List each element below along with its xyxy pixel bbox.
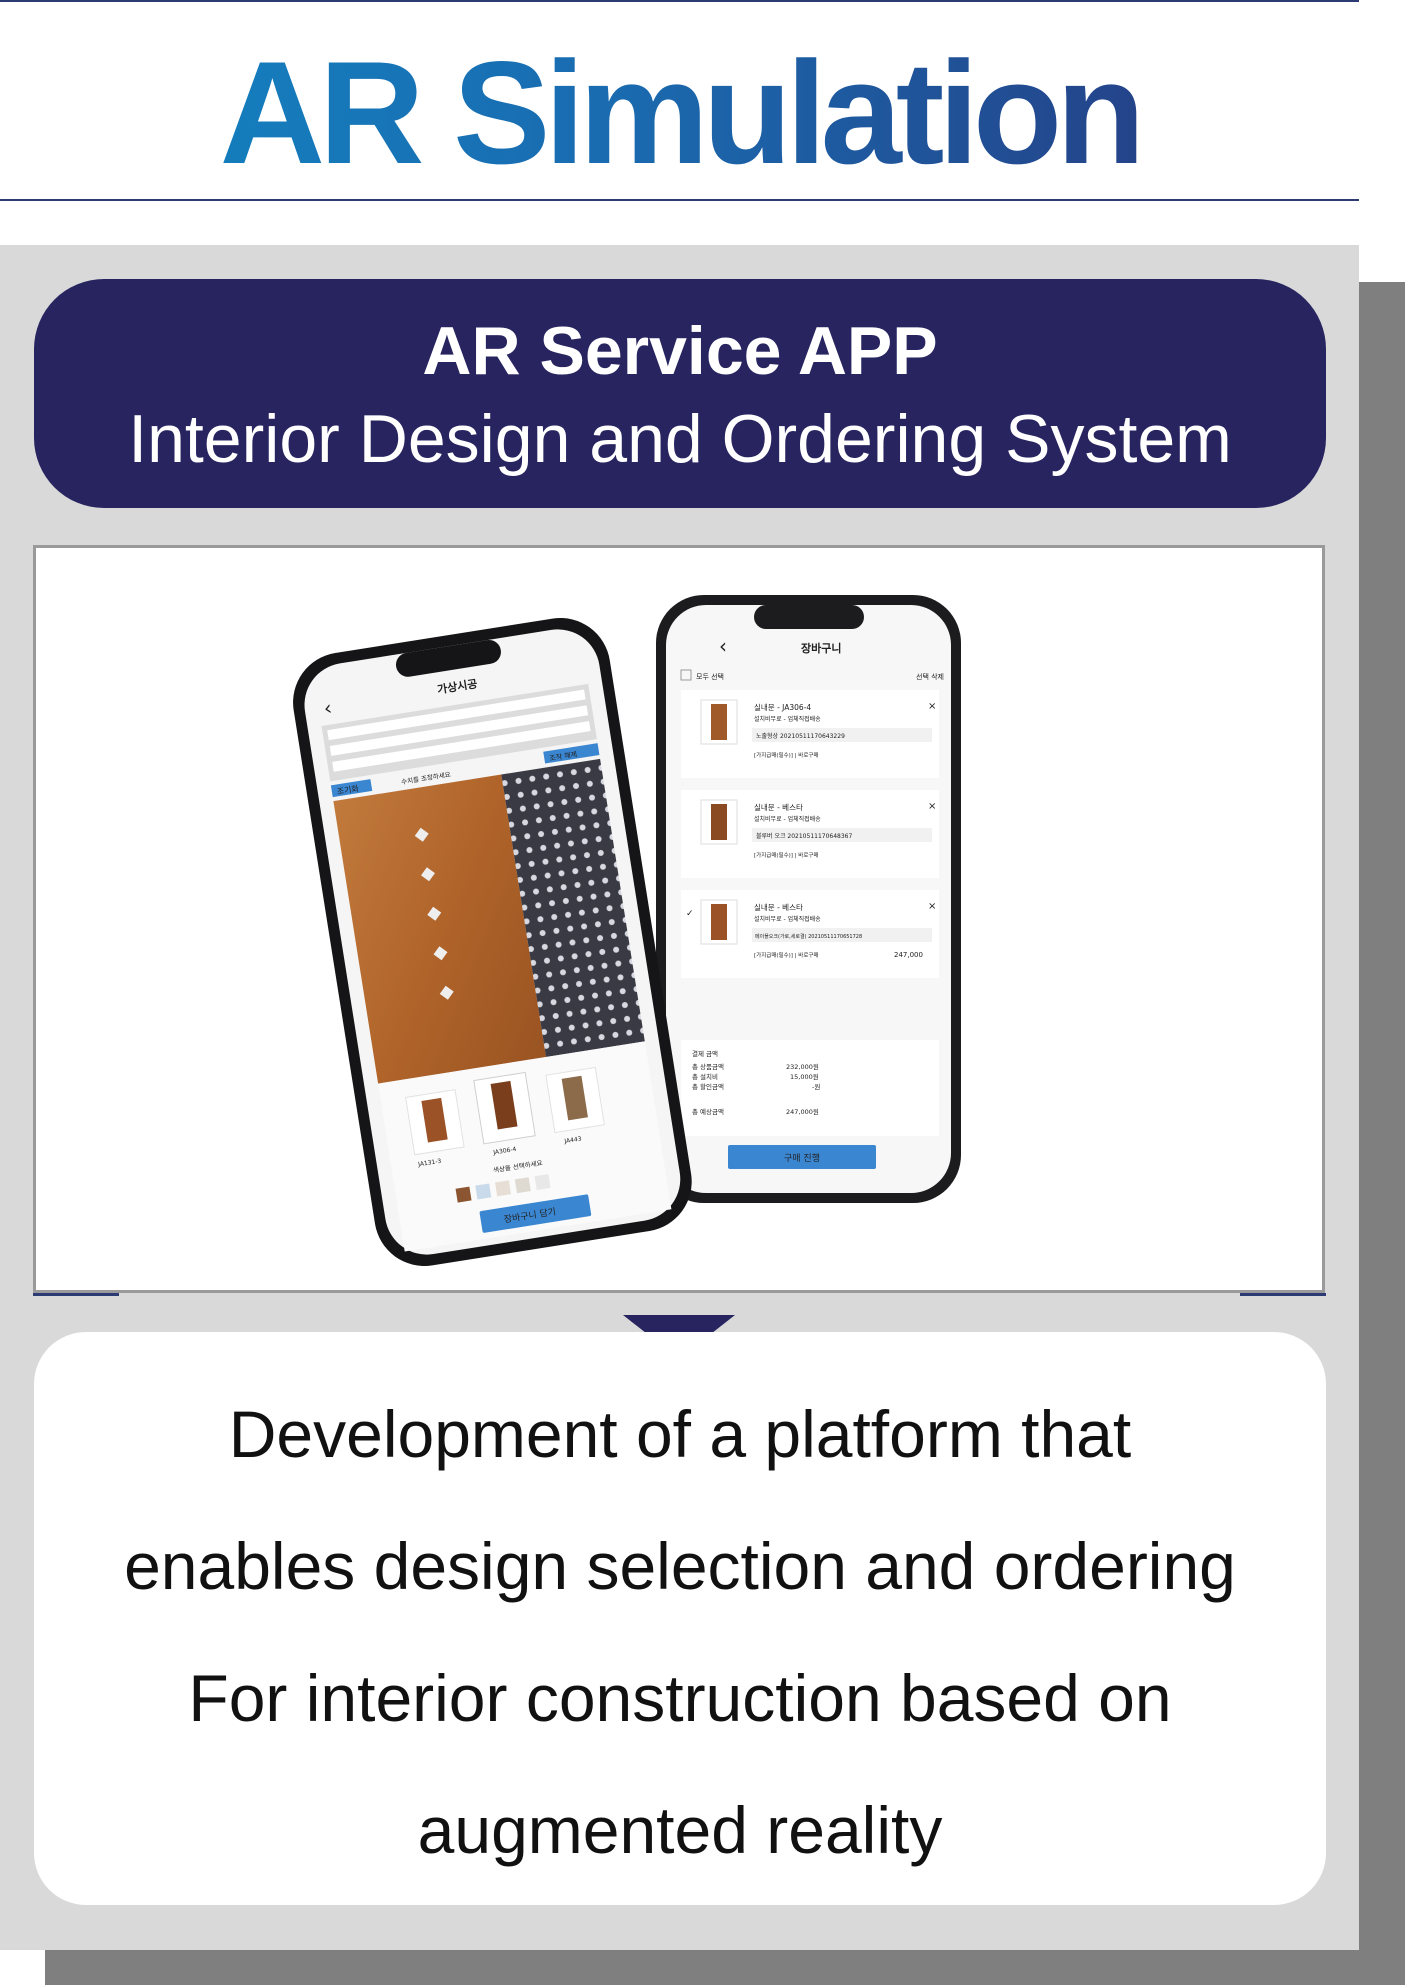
svg-text:실내문 - 베스타: 실내문 - 베스타 — [754, 902, 803, 912]
svg-text:실내문 - 베스타: 실내문 - 베스타 — [754, 802, 803, 812]
banner-subtitle: Interior Design and Ordering System — [128, 401, 1232, 477]
select-all-label: 모두 선택 — [696, 672, 724, 681]
description-line-3: For interior construction based on — [188, 1661, 1172, 1735]
svg-text:설치비무료 - 업체직접배송: 설치비무료 - 업체직접배송 — [754, 815, 821, 823]
svg-text:247,000원: 247,000원 — [786, 1107, 819, 1116]
banner: AR Service APP Interior Design and Order… — [34, 279, 1326, 508]
photo-corner-rule-left — [33, 1293, 119, 1296]
svg-text:15,000원: 15,000원 — [790, 1072, 819, 1081]
svg-text:247,000: 247,000 — [894, 951, 923, 959]
cart-item: ✓ 실내문 - 베스타 설치비무료 - 업체직접배송 메이플오크(가로,세로결)… — [681, 890, 939, 978]
svg-text:✓: ✓ — [686, 909, 694, 919]
svg-text:[가지급매(필수)] | 바로구매: [가지급매(필수)] | 바로구매 — [754, 851, 819, 859]
svg-text:[가지급매(필수)] | 바로구매: [가지급매(필수)] | 바로구매 — [754, 751, 819, 759]
svg-text:‹: ‹ — [719, 634, 727, 658]
title-underline — [0, 199, 1359, 201]
cart-screen-title: 장바구니 — [801, 641, 841, 655]
app-screenshot-image: ‹ 장바구니 모두 선택 선택 삭제 실내문 - JA306-4 설치비무료 -… — [33, 545, 1325, 1293]
delete-selected-label: 선택 삭제 — [916, 672, 944, 681]
phone-cart: ‹ 장바구니 모두 선택 선택 삭제 실내문 - JA306-4 설치비무료 -… — [656, 595, 961, 1203]
svg-text:총 설치비: 총 설치비 — [692, 1072, 718, 1081]
svg-text:노출형상 20210511170643229: 노출형상 20210511170643229 — [756, 732, 845, 740]
banner-title: AR Service APP — [422, 313, 938, 389]
svg-text:-원: -원 — [812, 1082, 820, 1091]
svg-text:×: × — [928, 801, 936, 812]
svg-text:[가지급매(필수)] | 바로구매: [가지급매(필수)] | 바로구매 — [754, 951, 819, 959]
svg-text:총 할인금액: 총 할인금액 — [692, 1082, 724, 1091]
svg-text:총 예상금액: 총 예상금액 — [692, 1107, 724, 1116]
svg-text:블루버 오크 20210511170648367: 블루버 오크 20210511170648367 — [756, 832, 852, 840]
top-rule — [0, 0, 1359, 2]
cart-item: 실내문 - 베스타 설치비무료 - 업체직접배송 블루버 오크 20210511… — [681, 790, 939, 878]
description-line-4: augmented reality — [417, 1793, 943, 1867]
svg-text:결제 금액: 결제 금액 — [692, 1049, 718, 1058]
description-box: Development of a platform that enables d… — [34, 1332, 1326, 1905]
purchase-button: 구매 진행 — [784, 1152, 820, 1164]
payment-summary: 결제 금액 총 상품금액 232,000원 총 설치비 15,000원 총 할인… — [681, 1040, 939, 1136]
description-line-2: enables design selection and ordering — [124, 1529, 1236, 1603]
svg-text:설치비무료 - 업체직접배송: 설치비무료 - 업체직접배송 — [754, 715, 821, 723]
phone-ar: ‹ 가상시공 조기화 수치를 조정하세요 조작 해제 JA131-3 JA306… — [293, 617, 692, 1266]
svg-text:232,000원: 232,000원 — [786, 1062, 819, 1071]
svg-text:×: × — [928, 701, 936, 712]
cart-item: 실내문 - JA306-4 설치비무료 - 업체직접배송 노출형상 202105… — [681, 690, 939, 778]
description-line-1: Development of a platform that — [228, 1397, 1132, 1471]
page-title: AR Simulation — [0, 28, 1359, 198]
svg-text:×: × — [928, 901, 936, 912]
photo-corner-rule-right — [1240, 1293, 1326, 1296]
svg-text:실내문 - JA306-4: 실내문 - JA306-4 — [754, 702, 811, 712]
svg-text:메이플오크(가로,세로결) 2021051117065172: 메이플오크(가로,세로결) 20210511170651728 — [755, 933, 862, 940]
svg-text:총 상품금액: 총 상품금액 — [692, 1062, 724, 1071]
svg-text:설치비무료 - 업체직접배송: 설치비무료 - 업체직접배송 — [754, 915, 821, 923]
